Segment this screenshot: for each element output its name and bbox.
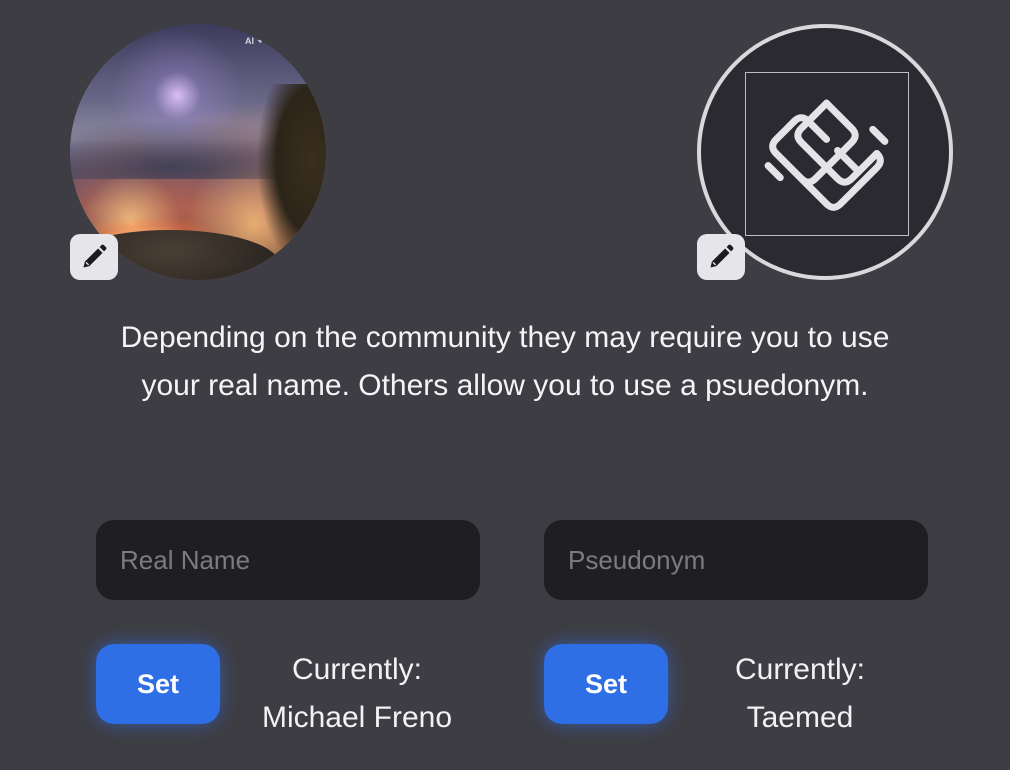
- set-pseudonym-button[interactable]: Set: [544, 644, 668, 724]
- pencil-icon: [83, 244, 107, 268]
- current-pseudonym-value: Taemed: [746, 701, 854, 734]
- edit-pseudonym-avatar-button[interactable]: [697, 234, 745, 280]
- profile-name-settings: AI ✦ Depending on the community they may…: [0, 0, 1010, 770]
- pseudonym-input[interactable]: [544, 520, 928, 600]
- real-name-input[interactable]: [96, 520, 480, 600]
- photo-watermark: AI ✦: [244, 36, 264, 46]
- current-pseudonym: Currently: Taemed: [690, 646, 910, 742]
- set-real-name-button[interactable]: Set: [96, 644, 220, 724]
- current-pseudonym-label: Currently:: [734, 653, 866, 686]
- current-real-name: Currently: Michael Freno: [232, 646, 482, 742]
- name-policy-description: Depending on the community they may requ…: [120, 321, 890, 402]
- pencil-icon: [710, 244, 734, 268]
- current-real-name-label: Currently:: [291, 653, 423, 686]
- celtic-knot-icon: [764, 99, 889, 211]
- current-real-name-value: Michael Freno: [261, 701, 453, 734]
- logo-frame: [745, 72, 909, 236]
- edit-real-avatar-button[interactable]: [70, 234, 118, 280]
- photo-tree: [256, 84, 326, 274]
